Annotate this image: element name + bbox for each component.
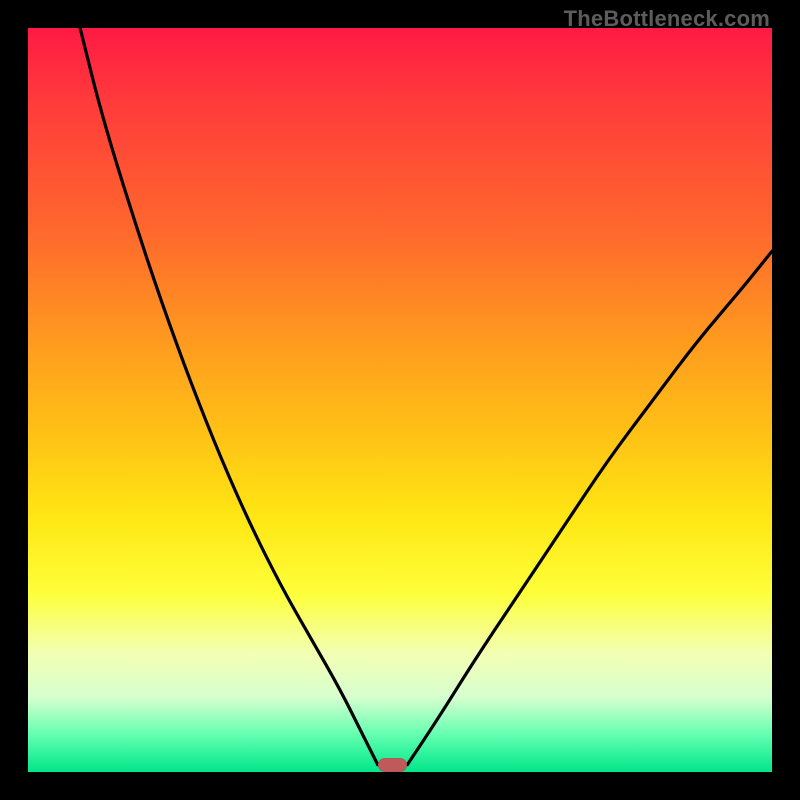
optimal-marker xyxy=(378,758,408,772)
curve-path xyxy=(80,28,772,765)
watermark-text: TheBottleneck.com xyxy=(564,6,770,32)
chart-frame: TheBottleneck.com xyxy=(0,0,800,800)
plot-area xyxy=(28,28,772,772)
bottleneck-curve xyxy=(28,28,772,772)
